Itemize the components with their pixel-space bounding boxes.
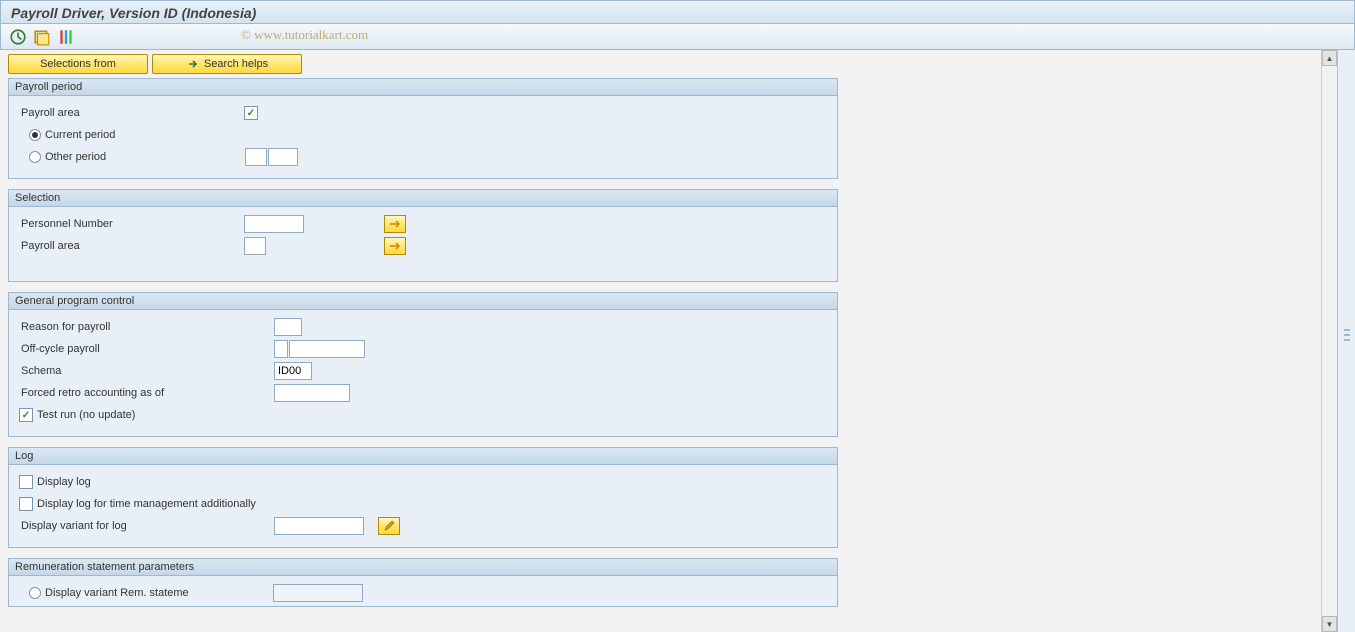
group-header-remuneration: Remuneration statement parameters [9, 559, 837, 576]
scroll-track[interactable] [1322, 66, 1337, 616]
input-reason-payroll[interactable] [274, 318, 302, 336]
main-area: Selections from Search helps Payroll per… [0, 50, 1321, 632]
group-header-general: General program control [9, 293, 837, 310]
input-forced-retro[interactable] [274, 384, 350, 402]
group-header-log: Log [9, 448, 837, 465]
group-header-selection: Selection [9, 190, 837, 207]
label-current-period: Current period [45, 129, 115, 141]
label-personnel-number: Personnel Number [19, 218, 244, 230]
top-button-row: Selections from Search helps [8, 54, 1313, 74]
input-personnel-number[interactable] [244, 215, 304, 233]
label-display-log-time: Display log for time management addition… [37, 498, 256, 510]
checkbox-display-log-time[interactable] [19, 497, 33, 511]
label-reason-payroll: Reason for payroll [19, 321, 274, 333]
splitter-grip-icon[interactable] [1344, 326, 1350, 356]
radio-display-variant-rem[interactable] [29, 587, 41, 599]
group-header-payroll-period: Payroll period [9, 79, 837, 96]
selections-from-label: Selections from [40, 58, 116, 70]
label-display-variant-rem: Display variant Rem. stateme [45, 587, 273, 599]
execute-icon[interactable] [9, 28, 27, 46]
group-general-control: General program control Reason for payro… [8, 292, 838, 437]
search-helps-label: Search helps [204, 58, 268, 70]
scroll-up-icon[interactable]: ▲ [1322, 50, 1337, 66]
input-offcycle-1[interactable] [274, 340, 288, 358]
group-log: Log Display log Display log for time man… [8, 447, 838, 548]
multi-select-personnel-number[interactable] [384, 215, 406, 233]
label-payroll-area-sel: Payroll area [19, 240, 244, 252]
input-other-period-1[interactable] [245, 148, 267, 166]
arrow-right-icon [186, 57, 200, 71]
label-schema: Schema [19, 365, 274, 377]
group-selection: Selection Personnel Number Payroll area [8, 189, 838, 282]
scroll-down-icon[interactable]: ▼ [1322, 616, 1337, 632]
input-offcycle-2[interactable] [289, 340, 365, 358]
outer-vertical-scrollbar[interactable]: ▲ ▼ [1321, 50, 1337, 632]
input-other-period-2[interactable] [268, 148, 298, 166]
input-display-variant-rem [273, 584, 363, 602]
search-helps-button[interactable]: Search helps [152, 54, 302, 74]
input-display-variant-log[interactable] [274, 517, 364, 535]
label-other-period: Other period [45, 151, 245, 163]
window-title: Payroll Driver, Version ID (Indonesia) [11, 5, 256, 21]
checkbox-payroll-area[interactable] [244, 106, 258, 120]
get-variant-icon[interactable] [33, 28, 51, 46]
label-payroll-area: Payroll area [19, 107, 244, 119]
window-title-bar: Payroll Driver, Version ID (Indonesia) [0, 0, 1355, 24]
input-schema[interactable] [274, 362, 312, 380]
multi-select-payroll-area[interactable] [384, 237, 406, 255]
tool-icon[interactable] [57, 28, 75, 46]
app-toolbar: © www.tutorialkart.com [0, 24, 1355, 50]
radio-current-period[interactable] [29, 129, 41, 141]
group-remuneration: Remuneration statement parameters Displa… [8, 558, 838, 607]
label-forced-retro: Forced retro accounting as of [19, 387, 274, 399]
radio-other-period[interactable] [29, 151, 41, 163]
group-payroll-period: Payroll period Payroll area Current peri… [8, 78, 838, 179]
label-display-log: Display log [37, 476, 91, 488]
label-test-run: Test run (no update) [37, 409, 135, 421]
selections-from-button[interactable]: Selections from [8, 54, 148, 74]
input-payroll-area-sel[interactable] [244, 237, 266, 255]
checkbox-test-run[interactable] [19, 408, 33, 422]
content-wrap: Selections from Search helps Payroll per… [0, 50, 1355, 632]
label-offcycle-payroll: Off-cycle payroll [19, 343, 274, 355]
watermark: © www.tutorialkart.com [241, 27, 368, 43]
splitter-strip[interactable] [1337, 50, 1355, 632]
checkbox-display-log[interactable] [19, 475, 33, 489]
label-display-variant-log: Display variant for log [19, 520, 274, 532]
edit-variant-button[interactable] [378, 517, 400, 535]
